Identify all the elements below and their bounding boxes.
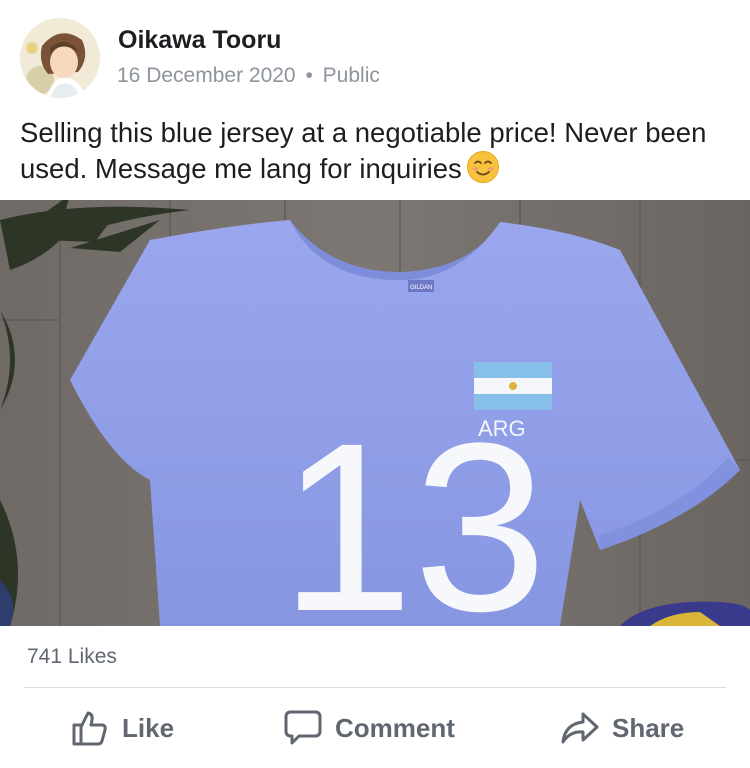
comment-button[interactable]: Comment	[283, 708, 455, 748]
divider	[24, 687, 726, 688]
post-actions: Like Comment Share	[0, 690, 750, 768]
share-button[interactable]: Share	[560, 708, 684, 748]
post-text-body: Selling this blue jersey at a negotiable…	[20, 117, 707, 184]
post-photo[interactable]: GILDAN ARG 13	[0, 200, 750, 626]
meta-separator: •	[305, 64, 313, 87]
avatar[interactable]	[20, 18, 100, 98]
likes-count[interactable]: 741 Likes	[27, 645, 117, 669]
speech-bubble-icon	[284, 710, 322, 745]
share-arrow-icon	[561, 712, 599, 744]
thumbs-up-icon	[72, 711, 107, 746]
smiling-face-emoji-icon	[466, 151, 499, 183]
post-text: Selling this blue jersey at a negotiable…	[20, 116, 730, 186]
share-label: Share	[612, 712, 685, 743]
like-button[interactable]: Like	[70, 708, 174, 748]
post-date[interactable]: 16 December 2020	[117, 64, 296, 87]
jersey-number: 13	[280, 393, 547, 626]
jersey-tag-label: GILDAN	[410, 285, 432, 291]
post-meta: 16 December 2020 • Public	[117, 64, 380, 88]
like-label: Like	[122, 712, 175, 743]
comment-label: Comment	[335, 712, 455, 743]
privacy-label: Public	[322, 64, 380, 87]
post-header: Oikawa Tooru 16 December 2020 • Public	[0, 0, 750, 110]
jersey-photo: GILDAN ARG 13	[0, 200, 750, 626]
author-name[interactable]: Oikawa Tooru	[118, 26, 281, 55]
